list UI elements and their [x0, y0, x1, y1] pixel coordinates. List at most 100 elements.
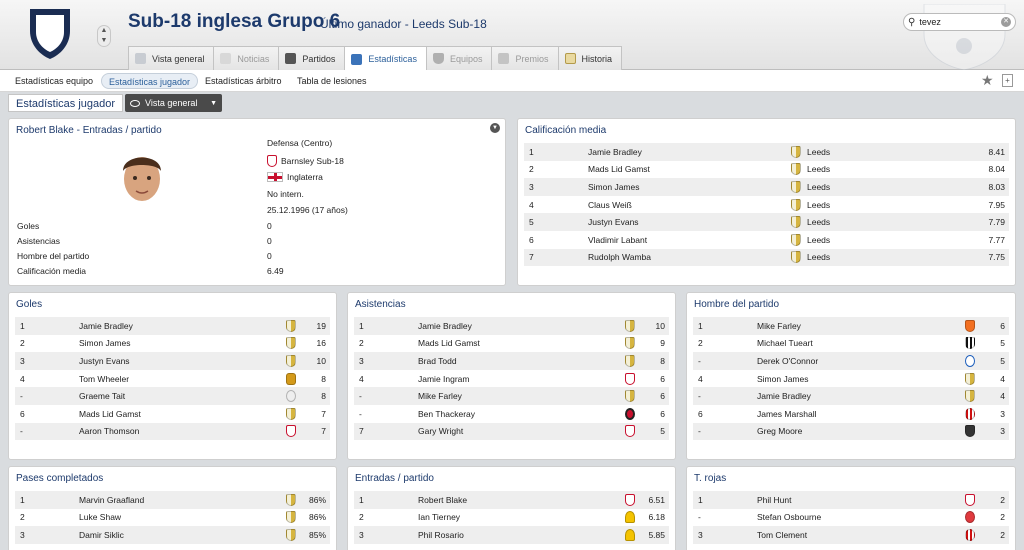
player-dob: 25.12.1996 (17 años): [267, 205, 348, 215]
tab-partidos[interactable]: Partidos: [278, 46, 346, 70]
table-row[interactable]: - Stefan Osbourne 2: [693, 509, 1009, 527]
table-row[interactable]: 3 Simon James Leeds 8.03: [524, 178, 1009, 196]
table-row[interactable]: - Aaron Thomson 7: [15, 422, 330, 441]
leeds-crest-icon: [286, 493, 296, 506]
subnav-estadisticas-arbitro[interactable]: Estadísticas árbitro: [198, 73, 289, 89]
table-row[interactable]: 1 Jamie Bradley Leeds 8.41: [524, 143, 1009, 161]
leeds-crest-icon: [286, 354, 296, 367]
tab-estadisticas[interactable]: Estadísticas: [344, 46, 427, 71]
table-row[interactable]: 1 Phil Hunt 2: [693, 491, 1009, 509]
table-row[interactable]: - Mike Farley 6: [354, 387, 669, 405]
table-row[interactable]: - Derek O'Connor 5: [693, 352, 1009, 370]
table-row[interactable]: 4 Jamie Ingram 6: [354, 370, 669, 388]
view-dropdown[interactable]: Vista general ▼: [125, 94, 222, 112]
history-icon: [564, 53, 576, 64]
panel-title: Goles: [16, 299, 43, 310]
subnav-estadisticas-jugador[interactable]: Estadísticas jugador: [101, 73, 199, 89]
table-row[interactable]: 6 James Marshall 3: [693, 405, 1009, 423]
panel-title: Hombre del partido: [694, 299, 780, 310]
table-row[interactable]: 1 Jamie Bradley 19: [15, 317, 330, 335]
table-row[interactable]: 3 Justyn Evans 10: [15, 352, 330, 370]
sheffield-united-crest-icon: [625, 407, 635, 420]
search-box[interactable]: ⚲ tevez ✕: [903, 13, 1016, 31]
subnav-tabla-lesiones[interactable]: Tabla de lesiones: [290, 73, 374, 89]
add-page-icon[interactable]: +: [1002, 74, 1013, 87]
table-row[interactable]: - Ben Thackeray 6: [354, 405, 669, 423]
leeds-crest-icon: [286, 407, 296, 420]
table-row[interactable]: 3 Phil Rosario 5.85: [354, 526, 669, 544]
table-row[interactable]: 4 Tom Wheeler 8: [15, 370, 330, 388]
goals-panel: Goles 1 Jamie Bradley 19 2 Simon James 16 3J…: [8, 292, 337, 460]
table-row[interactable]: 6 Mads Lid Gamst 7: [15, 405, 330, 423]
panel-title: Calificación media: [525, 125, 607, 136]
player-position: Defensa (Centro): [267, 138, 333, 148]
table-row[interactable]: 2 Mads Lid Gamst Leeds 8.04: [524, 161, 1009, 179]
tab-equipos[interactable]: Equipos: [425, 46, 493, 70]
table-row[interactable]: 2 Simon James 16: [15, 335, 330, 353]
leeds-crest-icon: [791, 233, 801, 246]
table-row[interactable]: 3 Brad Todd 8: [354, 352, 669, 370]
header: ▲ ▼ Sub-18 inglesa Grupo 6 Último ganador…: [0, 0, 1024, 71]
player-club[interactable]: Barnsley Sub-18: [267, 155, 344, 167]
panel-title: Robert Blake - Entradas / partido: [16, 125, 162, 136]
player-nation[interactable]: Inglaterra: [267, 172, 323, 182]
table-row[interactable]: 3 Damir Siklic 85%: [15, 526, 330, 544]
calendar-icon: [285, 53, 297, 64]
swansea-crest-icon: [286, 390, 296, 403]
page-title: Sub-18 inglesa Grupo 6: [128, 11, 341, 32]
tab-vista-general[interactable]: Vista general: [128, 46, 215, 70]
table-row[interactable]: 3 Tom Clement 2: [693, 526, 1009, 544]
panel-title: Pases completados: [16, 473, 104, 484]
table-row[interactable]: 7 Rudolph Wamba Leeds 7.75: [524, 248, 1009, 267]
table-row[interactable]: - Jamie Bradley 4: [693, 387, 1009, 405]
burton-crest-icon: [625, 528, 635, 541]
tab-noticias[interactable]: Noticias: [213, 46, 280, 70]
table-row[interactable]: 2 Ian Tierney 6.18: [354, 509, 669, 527]
search-input[interactable]: tevez: [919, 17, 1001, 27]
stoke-crest-icon: [965, 511, 975, 524]
stat-value-asistencias: 0: [267, 236, 272, 246]
tackles-list: 1 Robert Blake 6.51 2 Ian Tierney 6.18 3 Phil…: [354, 491, 669, 544]
table-row[interactable]: 4 Claus Weiß Leeds 7.95: [524, 196, 1009, 214]
table-row[interactable]: 6 Vladimir Labant Leeds 7.77: [524, 231, 1009, 249]
table-row[interactable]: 7 Gary Wright 5: [354, 422, 669, 441]
tab-premios[interactable]: Premios: [491, 46, 559, 70]
chevron-down-icon: ▼: [210, 99, 217, 107]
newcastle-crest-icon: [965, 337, 975, 350]
goals-list: 1 Jamie Bradley 19 2 Simon James 16 3 Justyn …: [15, 317, 330, 441]
burton-crest-icon: [625, 511, 635, 524]
table-row[interactable]: 2 Mads Lid Gamst 9: [354, 335, 669, 353]
avg-rating-list: 1 Jamie Bradley Leeds 8.41 2 Mads Lid Gamst L…: [524, 143, 1009, 267]
leeds-crest-icon: [791, 216, 801, 229]
table-row[interactable]: 2 Luke Shaw 86%: [15, 509, 330, 527]
leeds-crest-icon: [625, 337, 635, 350]
leeds-crest-icon: [791, 145, 801, 158]
prev-next-stepper[interactable]: ▲ ▼: [97, 25, 111, 47]
middlesbrough-crest-icon: [625, 372, 635, 385]
table-row[interactable]: 2 Michael Tueart 5: [693, 335, 1009, 353]
table-row[interactable]: 1 Jamie Bradley 10: [354, 317, 669, 335]
table-row[interactable]: 5 Justyn Evans Leeds 7.79: [524, 213, 1009, 231]
subnav-estadisticas-equipo[interactable]: Estadísticas equipo: [8, 73, 100, 89]
table-row[interactable]: 4 Simon James 4: [693, 370, 1009, 388]
stat-value-calificacion: 6.49: [267, 266, 284, 276]
clear-search-icon[interactable]: ✕: [1001, 17, 1011, 27]
stat-label-asistencias: Asistencias: [17, 236, 60, 246]
table-row[interactable]: 1 Mike Farley 6: [693, 317, 1009, 335]
leeds-crest-icon: [791, 251, 801, 264]
star-icon[interactable]: ★: [981, 72, 994, 89]
middlesbrough-crest-icon: [286, 425, 296, 438]
tab-historia[interactable]: Historia: [557, 46, 623, 70]
table-row[interactable]: - Graeme Tait 8: [15, 387, 330, 405]
table-row[interactable]: 1 Robert Blake 6.51: [354, 491, 669, 509]
table-row[interactable]: - Greg Moore 3: [693, 422, 1009, 441]
red-cards-list: 1 Phil Hunt 2 - Stefan Osbourne 2 3 Tom Cleme…: [693, 491, 1009, 544]
panel-title: Entradas / partido: [355, 473, 434, 484]
view-label: Estadísticas jugador: [8, 94, 124, 112]
table-row[interactable]: 1 Marvin Graafland 86%: [15, 491, 330, 509]
panel-menu-icon[interactable]: ▼: [490, 123, 500, 133]
leeds-crest-icon: [286, 337, 296, 350]
tackles-panel: Entradas / partido 1 Robert Blake 6.51 2 Ia…: [347, 466, 676, 550]
hull-crest-icon: [286, 372, 296, 385]
sub-navigation: Estadísticas equipo Estadísticas jugador…: [0, 70, 1024, 92]
